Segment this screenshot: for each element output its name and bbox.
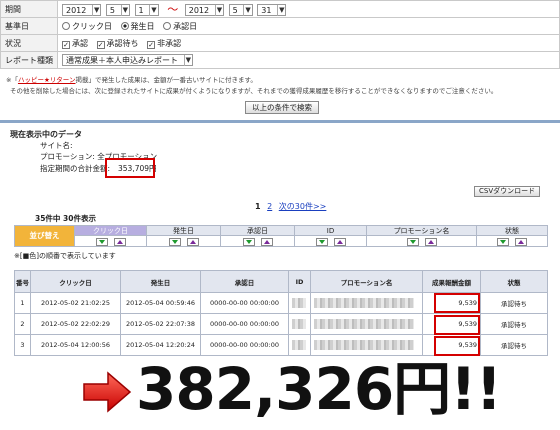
col-header-status: 状態 xyxy=(480,270,548,293)
current-data-title: 現在表示中のデータ xyxy=(10,130,82,139)
sort-desc-icon[interactable] xyxy=(333,237,346,246)
radio-icon xyxy=(163,21,172,30)
col-header-approve: 承認日 xyxy=(200,270,289,293)
col-header-no: 番号 xyxy=(14,270,31,293)
site-name-label: サイト名: xyxy=(40,141,73,150)
sort-asc-icon[interactable] xyxy=(95,237,108,246)
sort-bar: 並び替え クリック日 発生日 承認日 ID プロモーション名 状態 xyxy=(14,225,548,247)
sort-col-id: ID xyxy=(295,226,367,246)
result-count: 35件中 30件表示 xyxy=(35,214,96,223)
checkbox-checked-icon: ✓ xyxy=(62,40,70,49)
section-divider xyxy=(0,120,560,123)
sort-col-occur: 発生日 xyxy=(147,226,221,246)
filter-form: 期間 2012 5 1 ～ 2012 5 31 基準日 クリック日 発生日 承認… xyxy=(0,0,560,69)
basis-radio-occur[interactable]: 発生日 xyxy=(120,21,155,31)
status-cell: 承認待ち xyxy=(480,334,548,356)
next-page-link[interactable]: 次の30件>> xyxy=(279,202,327,211)
happy-return-link[interactable]: ハッピー★リターン xyxy=(18,76,76,84)
col-header-amount: 成果報酬金額 xyxy=(422,270,481,293)
amount-highlight-box xyxy=(434,315,480,335)
sort-asc-icon[interactable] xyxy=(315,237,328,246)
to-day-select[interactable]: 31 xyxy=(257,4,287,16)
checkbox-checked-icon: ✓ xyxy=(96,40,105,49)
range-separator: ～ xyxy=(167,3,179,16)
status-cell: 承認待ち xyxy=(480,292,548,314)
col-header-promotion: プロモーション名 xyxy=(310,270,423,293)
total-amount-label: 指定期間の合計金額: xyxy=(40,164,111,173)
to-month-select[interactable]: 5 xyxy=(228,4,253,16)
sort-desc-icon[interactable] xyxy=(186,237,199,246)
amount-highlight-box xyxy=(434,336,480,356)
sort-asc-icon[interactable] xyxy=(168,237,181,246)
sort-desc-icon[interactable] xyxy=(260,237,273,246)
col-header-click: クリック日 xyxy=(30,270,121,293)
sort-button[interactable]: 並び替え xyxy=(15,226,75,246)
search-button[interactable]: 以上の条件で検索 xyxy=(245,101,319,114)
amount-highlight-box xyxy=(434,293,480,313)
from-month-select[interactable]: 5 xyxy=(105,4,130,16)
status-check-rejected[interactable]: ✓ 非承認 xyxy=(147,39,181,49)
status-check-approved[interactable]: ✓ 承認 xyxy=(62,39,88,49)
red-arrow-icon xyxy=(83,371,132,413)
notice-text: ※「ハッピー★リターン掲載」で発生した成果は、金額が一番古いサイトに付きます。 … xyxy=(6,76,498,95)
csv-download-button[interactable]: CSVダウンロード xyxy=(474,186,541,197)
promotion-redacted xyxy=(310,292,423,314)
page-current: 1 xyxy=(255,202,261,211)
sort-desc-icon[interactable] xyxy=(113,237,126,246)
col-header-occur: 発生日 xyxy=(120,270,201,293)
id-redacted xyxy=(288,313,311,335)
sort-desc-icon[interactable] xyxy=(424,237,437,246)
basis-label: 基準日 xyxy=(0,17,58,35)
headline-total: 382,326円!! xyxy=(136,355,502,423)
pagination: 1 2 次の30件>> xyxy=(255,201,326,212)
from-day-select[interactable]: 1 xyxy=(134,4,159,16)
report-type-select[interactable]: 通常成果＋本人申込みレポート xyxy=(62,54,193,66)
status-cell: 承認待ち xyxy=(480,313,548,335)
basis-radio-click[interactable]: クリック日 xyxy=(62,21,112,31)
sort-col-approve: 承認日 xyxy=(221,226,295,246)
promotion-redacted xyxy=(310,313,423,335)
sort-col-click: クリック日 xyxy=(75,226,147,246)
sort-asc-icon[interactable] xyxy=(406,237,419,246)
page-2-link[interactable]: 2 xyxy=(267,202,272,211)
table-header-row: 番号 クリック日 発生日 承認日 ID プロモーション名 成果報酬金額 状態 xyxy=(14,270,548,293)
status-check-pending[interactable]: ✓ 承認待ち xyxy=(96,39,139,49)
from-year-select[interactable]: 2012 xyxy=(62,4,102,16)
period-label: 期間 xyxy=(0,0,58,18)
radio-selected-icon xyxy=(120,21,129,30)
sort-note: ※[■色]の順番で表示しています xyxy=(14,252,116,260)
sort-desc-icon[interactable] xyxy=(515,237,527,246)
id-redacted xyxy=(288,292,311,314)
total-highlight-box xyxy=(105,158,155,178)
col-header-id: ID xyxy=(288,270,311,293)
sort-col-promotion: プロモーション名 xyxy=(367,226,477,246)
sort-asc-icon[interactable] xyxy=(497,237,509,246)
id-redacted xyxy=(288,334,311,356)
report-label: レポート種類 xyxy=(0,51,58,69)
radio-icon xyxy=(62,21,70,30)
sort-asc-icon[interactable] xyxy=(242,237,255,246)
to-year-select[interactable]: 2012 xyxy=(184,4,225,16)
status-label: 状況 xyxy=(0,34,58,52)
promotion-redacted xyxy=(310,334,423,356)
checkbox-checked-icon: ✓ xyxy=(147,40,156,49)
sort-col-status: 状態 xyxy=(477,226,547,246)
basis-radio-approve[interactable]: 承認日 xyxy=(163,21,197,31)
